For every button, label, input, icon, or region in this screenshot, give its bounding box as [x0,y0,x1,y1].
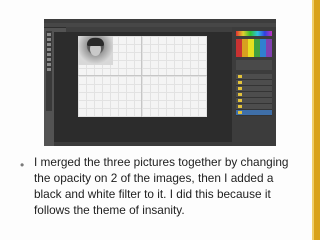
adjustments-panel [236,60,272,70]
document-canvas [78,36,207,117]
layer-folder-icon [238,87,242,90]
eraser-tool-icon [47,58,51,61]
canvas-guide-horizontal [78,75,207,76]
merged-photo [78,36,113,65]
zoom-tool-icon [47,68,51,71]
color-spectrum [236,31,272,36]
bullet-marker: • [20,158,25,172]
lasso-tool-icon [47,43,51,46]
editor-workspace [54,32,232,146]
brush-tool-icon [47,53,51,56]
editor-status-bar [54,142,232,146]
accent-band [314,0,320,240]
canvas-guide-vertical [141,36,142,117]
layer-folder-icon [238,93,242,96]
layer-folder-icon [238,81,242,84]
swatches-panel [236,39,272,57]
tools-panel [46,31,52,111]
right-panels [232,27,276,146]
move-tool-icon [47,33,51,36]
slide-caption: I merged the three pictures together by … [34,155,289,217]
layer-row-selected [236,110,272,116]
presentation-slide: • I merged the three pictures together b… [0,0,320,240]
text-tool-icon [47,63,51,66]
layer-folder-icon [238,75,242,78]
layer-folder-icon [238,111,242,114]
photo-hair [87,38,104,46]
photo-editor-screenshot [44,19,276,146]
crop-tool-icon [47,48,51,51]
layer-folder-icon [238,99,242,102]
layer-folder-icon [238,105,242,108]
marquee-tool-icon [47,38,51,41]
